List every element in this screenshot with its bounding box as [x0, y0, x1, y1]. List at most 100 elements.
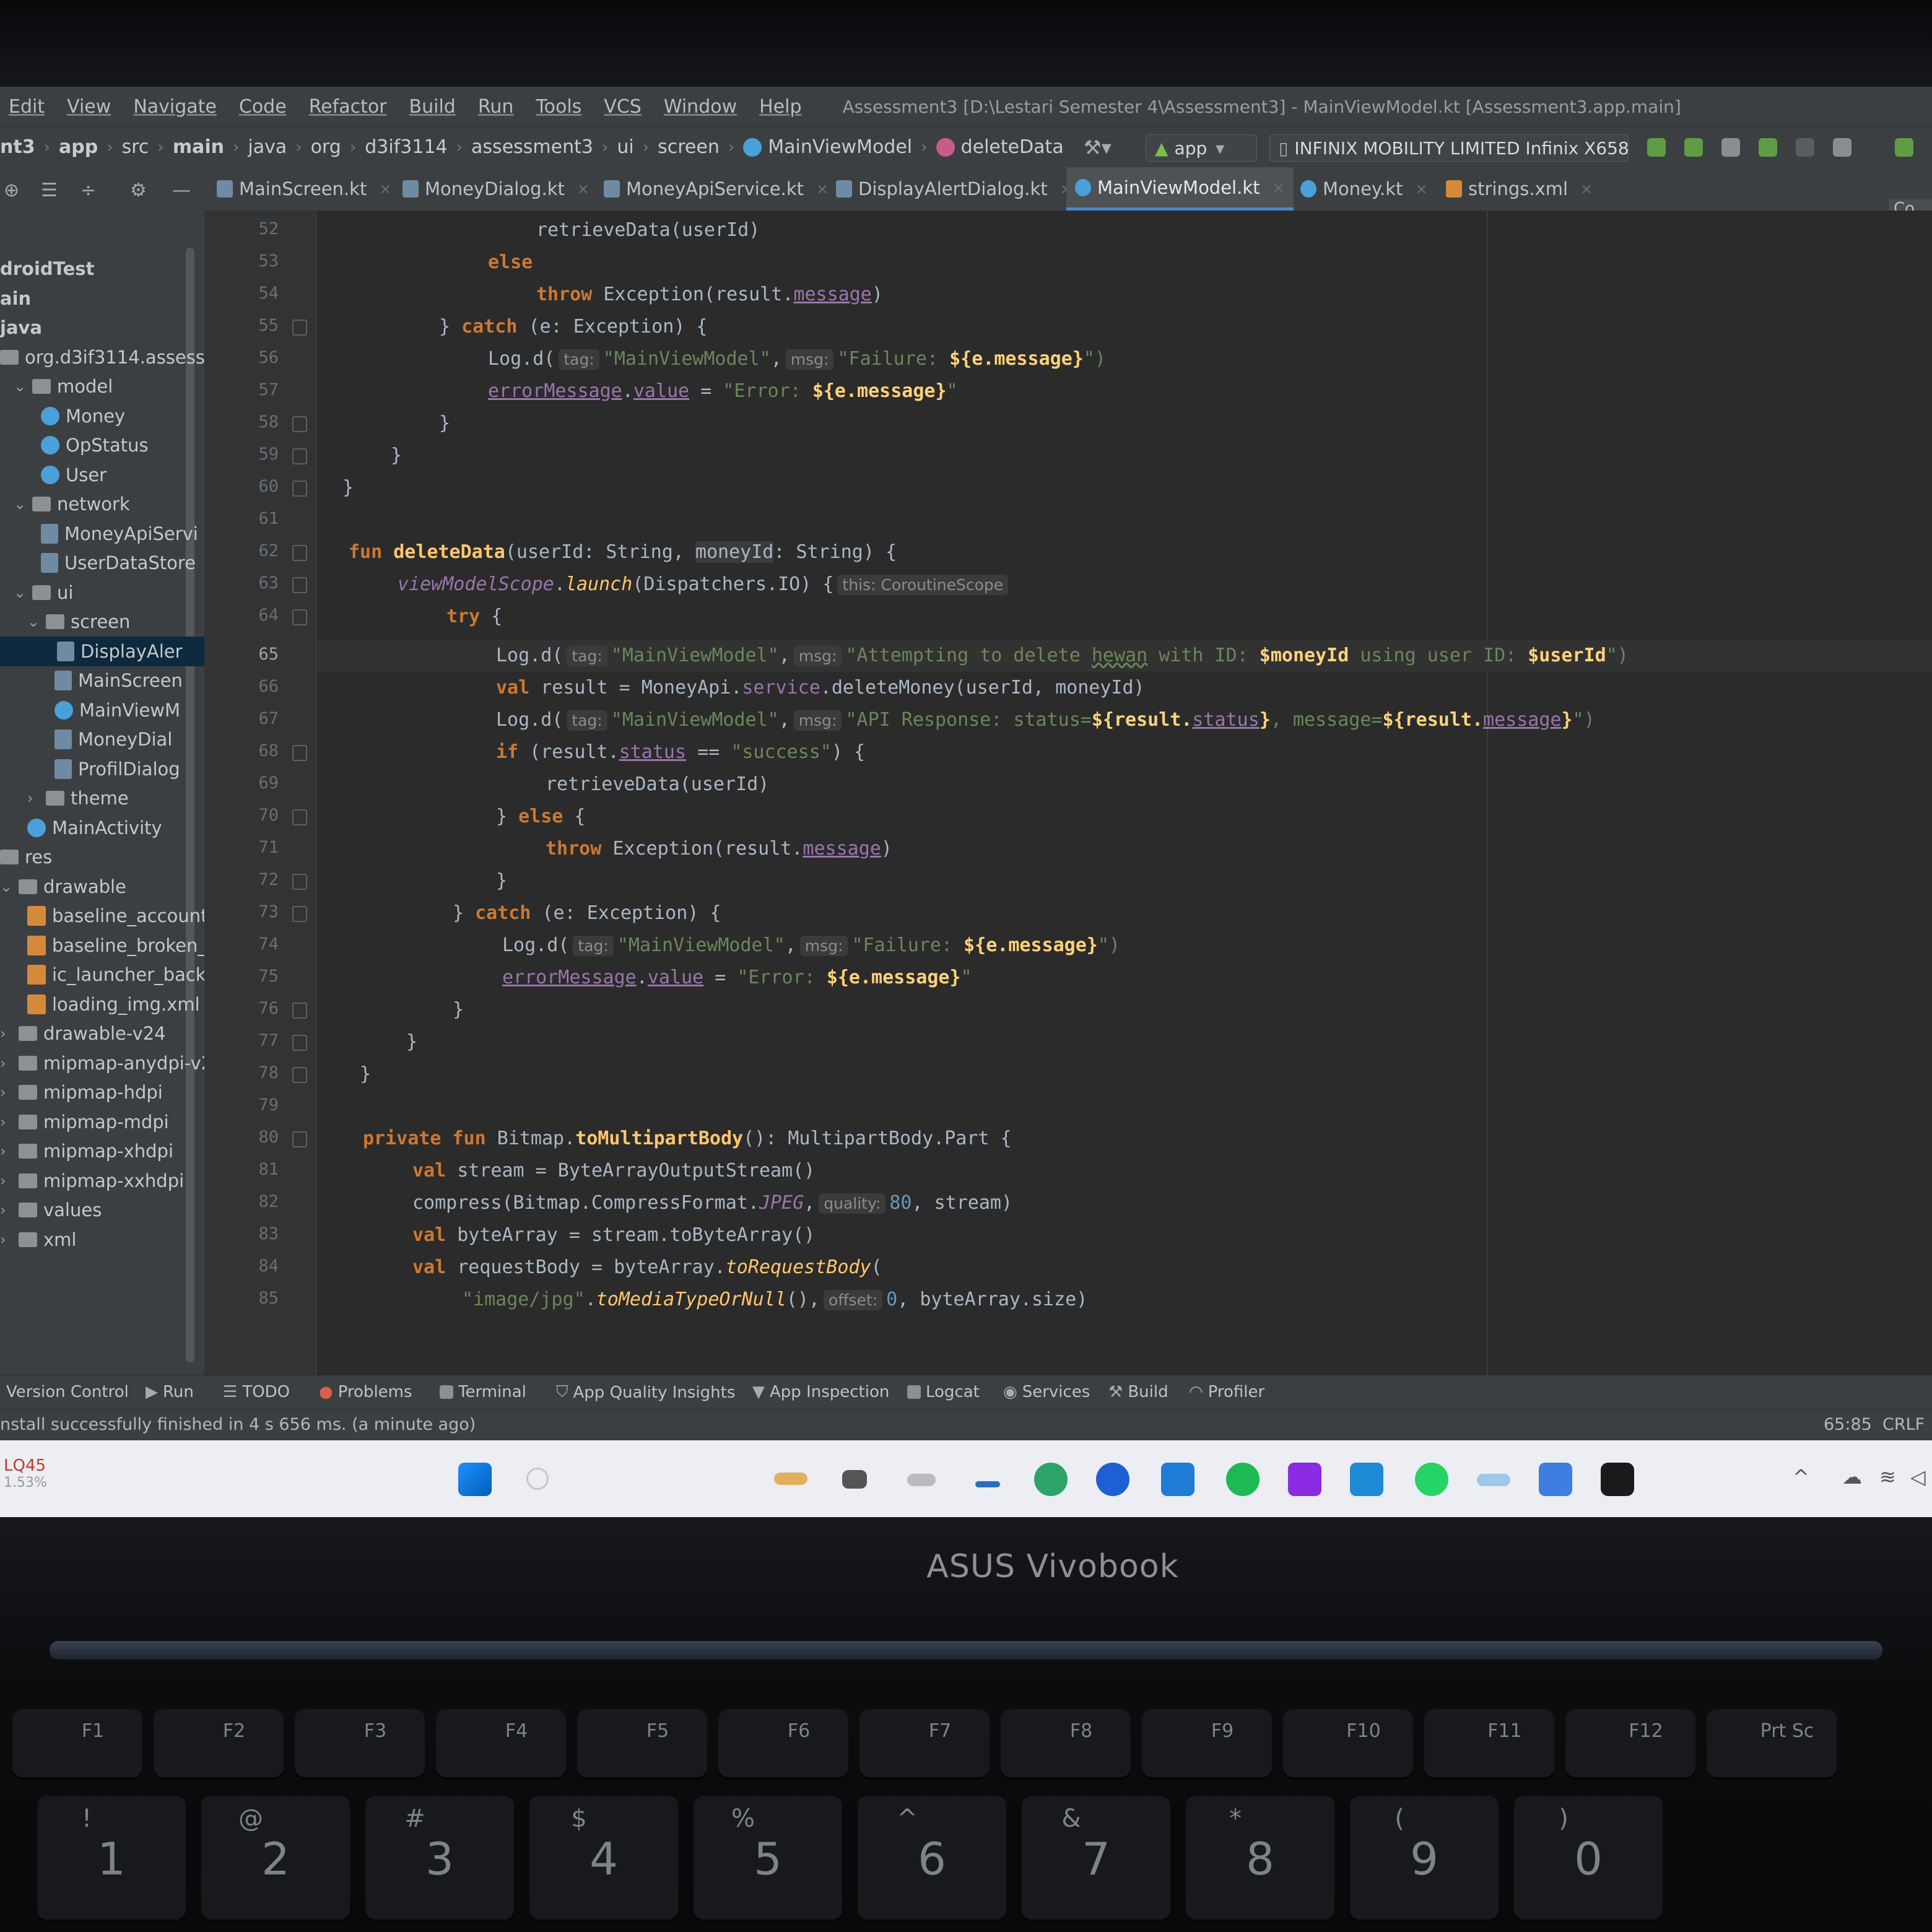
tree-item[interactable]: droidTest: [0, 254, 94, 284]
logcat-button[interactable]: Logcat: [907, 1383, 980, 1401]
tree-item[interactable]: ⌄ ui: [14, 578, 73, 607]
function-key[interactable]: F8: [1001, 1709, 1131, 1777]
tree-item[interactable]: MoneyApiServi: [41, 519, 198, 549]
chevron-right-icon[interactable]: ›: [0, 1084, 12, 1101]
tree-item[interactable]: ProfilDialog: [54, 754, 180, 784]
remote-icon[interactable]: [1601, 1463, 1634, 1496]
fold-icon[interactable]: [292, 906, 307, 922]
number-key[interactable]: $4: [529, 1796, 678, 1920]
volume-icon[interactable]: ◁: [1910, 1465, 1926, 1489]
fold-icon[interactable]: [292, 577, 307, 593]
close-icon[interactable]: ×: [1273, 179, 1285, 196]
app-icon[interactable]: [1288, 1463, 1321, 1496]
services-button[interactable]: ◉ Services: [1003, 1383, 1090, 1401]
hammer-icon[interactable]: ⚒▾: [1084, 136, 1112, 159]
breadcrumb-src[interactable]: src: [122, 136, 149, 158]
chevron-right-icon[interactable]: ›: [27, 790, 40, 807]
number-key[interactable]: #3: [365, 1796, 514, 1920]
tree-item[interactable]: org.d3if3114.assessme: [0, 342, 204, 372]
tree-item[interactable]: ain: [0, 284, 31, 313]
line-ending[interactable]: CRLF: [1882, 1415, 1925, 1434]
function-key[interactable]: F10: [1283, 1709, 1413, 1777]
tab-displayalertdialog[interactable]: DisplayAlertDialog.kt×: [836, 167, 1073, 211]
tree-item[interactable]: baseline_broken_i: [27, 931, 204, 960]
number-key[interactable]: @2: [201, 1796, 350, 1920]
function-key[interactable]: F12: [1565, 1709, 1695, 1777]
cloud-icon[interactable]: ☁: [1842, 1465, 1862, 1489]
chevron-down-icon[interactable]: ⌄: [14, 495, 26, 513]
close-icon[interactable]: ×: [816, 180, 829, 198]
fold-icon[interactable]: [292, 745, 307, 761]
profiler-icon[interactable]: [1833, 138, 1852, 157]
tree-item[interactable]: java: [0, 313, 42, 342]
function-key[interactable]: F1: [12, 1709, 142, 1777]
tree-item[interactable]: ⌄ screen: [27, 607, 130, 637]
vscode-icon[interactable]: [1350, 1463, 1383, 1496]
chevron-right-icon[interactable]: ›: [0, 1142, 12, 1160]
breadcrumb-class[interactable]: MainViewModel: [768, 136, 912, 158]
widgets-icon[interactable]: [774, 1473, 807, 1485]
close-icon[interactable]: ×: [1580, 180, 1593, 198]
hide-icon[interactable]: —: [172, 180, 191, 201]
chevron-down-icon[interactable]: ⌄: [14, 378, 26, 395]
close-icon[interactable]: ×: [1415, 180, 1427, 198]
function-key[interactable]: F4: [436, 1709, 566, 1777]
chevron-right-icon[interactable]: ›: [0, 1025, 12, 1042]
number-key[interactable]: (9: [1350, 1796, 1499, 1920]
tab-moneydialog[interactable]: MoneyDialog.kt ×: [402, 167, 590, 211]
breadcrumb-ui[interactable]: ui: [617, 136, 633, 158]
close-icon[interactable]: ×: [577, 180, 590, 198]
number-key[interactable]: & 7: [1022, 1796, 1170, 1920]
apply-code-changes-icon[interactable]: [1684, 138, 1703, 157]
menu-refactor[interactable]: Refactor: [309, 96, 387, 118]
menu-code[interactable]: Code: [239, 96, 287, 118]
expand-all-icon[interactable]: ☰: [41, 180, 58, 201]
taskview-icon[interactable]: [975, 1481, 1000, 1487]
terminal-button[interactable]: Terminal: [440, 1383, 526, 1401]
tree-item[interactable]: DisplayAler: [0, 636, 204, 666]
tree-item[interactable]: › mipmap-xxhdpi: [0, 1166, 184, 1196]
collapse-all-icon[interactable]: ÷: [80, 180, 96, 201]
spotify-icon[interactable]: [1226, 1463, 1260, 1496]
chevron-right-icon[interactable]: ›: [0, 1172, 12, 1190]
function-key[interactable]: F6: [718, 1709, 848, 1777]
number-key[interactable]: ^ 6: [858, 1796, 1006, 1920]
chevron-right-icon[interactable]: ›: [0, 1055, 12, 1072]
tab-moneyapiservice[interactable]: MoneyApiService.kt ×: [604, 167, 829, 211]
folder-icon[interactable]: [907, 1474, 936, 1486]
tree-item[interactable]: User: [41, 460, 107, 490]
tree-item[interactable]: Money: [41, 401, 125, 431]
tree-item[interactable]: › mipmap-mdpi: [0, 1107, 169, 1137]
breadcrumb-d3if3114[interactable]: d3if3114: [365, 136, 447, 158]
tree-item[interactable]: › mipmap-anydpi-v26: [0, 1048, 204, 1078]
function-key[interactable]: Prt Sc: [1707, 1709, 1837, 1777]
app-quality-insights-button[interactable]: ⛉ App Quality Insights: [556, 1383, 735, 1402]
function-key[interactable]: F7: [859, 1709, 990, 1777]
fold-icon[interactable]: [292, 448, 307, 464]
fold-icon[interactable]: [292, 320, 307, 336]
number-key[interactable]: ! 1: [37, 1796, 186, 1920]
tree-item[interactable]: OpStatus: [41, 430, 149, 460]
target-icon[interactable]: ⊕: [4, 180, 19, 201]
tree-item[interactable]: ic_launcher_backg: [27, 960, 204, 990]
tree-item[interactable]: MoneyDial: [54, 724, 172, 754]
android-studio-icon[interactable]: [1477, 1474, 1510, 1486]
menu-run[interactable]: Run: [478, 96, 514, 118]
menu-vcs[interactable]: VCS: [604, 96, 642, 118]
sync-icon[interactable]: [1721, 138, 1740, 157]
word-icon[interactable]: [1539, 1463, 1572, 1496]
version-control-button[interactable]: Version Control: [6, 1383, 129, 1401]
tree-item[interactable]: loading_img.xml: [27, 990, 200, 1019]
fold-icon[interactable]: [292, 416, 307, 432]
search-icon[interactable]: [526, 1468, 549, 1490]
fold-icon[interactable]: [292, 1067, 307, 1083]
function-key[interactable]: F11: [1424, 1709, 1554, 1777]
tree-item[interactable]: › xml: [0, 1225, 76, 1255]
chevron-down-icon[interactable]: ⌄: [14, 584, 26, 601]
tree-item[interactable]: baseline_account_: [27, 901, 204, 931]
wifi-icon[interactable]: ≋: [1879, 1465, 1896, 1489]
chevron-right-icon[interactable]: ›: [0, 1201, 12, 1219]
chevron-up-icon[interactable]: ^: [1793, 1465, 1809, 1489]
weather-widget[interactable]: LQ45 1.53%: [4, 1456, 47, 1490]
breadcrumb-app[interactable]: app: [59, 136, 98, 158]
